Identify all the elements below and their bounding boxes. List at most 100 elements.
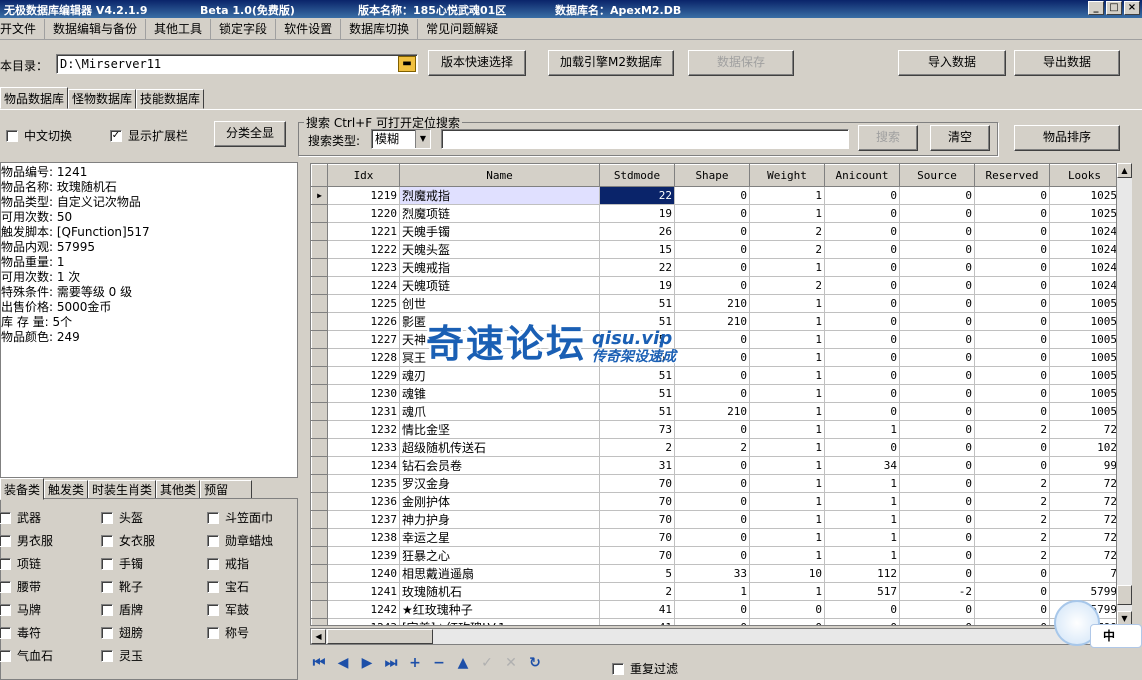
table-cell[interactable]: 33: [674, 564, 750, 583]
table-row[interactable]: 1225 创世 51 210 1 0 0 0 1005: [311, 294, 1120, 313]
row-indicator[interactable]: [311, 240, 328, 259]
table-cell[interactable]: 0: [674, 204, 750, 223]
table-cell[interactable]: 0: [974, 366, 1050, 385]
category-checkbox[interactable]: 气血石: [0, 647, 53, 664]
table-cell[interactable]: 2: [674, 438, 750, 457]
table-cell[interactable]: 70: [599, 474, 675, 493]
table-cell[interactable]: 1226: [327, 312, 400, 331]
table-cell[interactable]: 2: [599, 438, 675, 457]
row-indicator[interactable]: [311, 276, 328, 295]
table-cell[interactable]: 5799: [1049, 582, 1120, 601]
table-row[interactable]: ▶ 1219 烈魔戒指 22 0 1 0 0 0 1025: [311, 186, 1120, 205]
table-cell[interactable]: 1: [749, 474, 825, 493]
category-checkbox[interactable]: 毒符: [0, 624, 41, 641]
next-record-icon[interactable]: ▶: [358, 654, 376, 672]
table-cell[interactable]: 1024: [1049, 276, 1120, 295]
table-cell[interactable]: 0: [974, 564, 1050, 583]
checkbox-box[interactable]: [0, 626, 11, 639]
table-cell[interactable]: 1234: [327, 456, 400, 475]
table-cell[interactable]: 1: [824, 474, 900, 493]
tab-items-db[interactable]: 物品数据库: [0, 87, 69, 109]
menu-other-tools[interactable]: 其他工具: [146, 18, 212, 39]
category-checkbox[interactable]: 项链: [0, 555, 41, 572]
table-cell[interactable]: 1005: [1049, 312, 1120, 331]
checkbox-box[interactable]: [101, 603, 113, 616]
category-checkbox[interactable]: 灵玉: [101, 647, 143, 664]
table-cell[interactable]: 72: [1049, 474, 1120, 493]
menu-settings[interactable]: 软件设置: [276, 18, 342, 39]
chevron-down-icon[interactable]: ▼: [415, 130, 430, 148]
checkbox-box[interactable]: [612, 662, 624, 675]
table-cell[interactable]: 情比金坚: [399, 420, 600, 439]
checkbox-box[interactable]: [207, 534, 219, 547]
menu-open-file[interactable]: 开文件: [0, 18, 46, 39]
table-cell[interactable]: 0: [974, 456, 1050, 475]
table-row[interactable]: 1239 狂暴之心 70 0 1 1 0 2 72: [311, 546, 1120, 565]
table-cell[interactable]: 2: [749, 240, 825, 259]
table-row[interactable]: 1221 天魄手镯 26 0 2 0 0 0 1024: [311, 222, 1120, 241]
col-stdmode[interactable]: Stdmode: [599, 164, 675, 187]
last-record-icon[interactable]: ⏭: [382, 654, 400, 672]
table-cell[interactable]: 2: [599, 582, 675, 601]
table-cell[interactable]: 1: [749, 294, 825, 313]
table-cell[interactable]: 2: [749, 222, 825, 241]
table-cell[interactable]: 钻石会员卷: [399, 456, 600, 475]
maximize-button[interactable]: □: [1106, 1, 1122, 15]
chinese-switch-checkbox[interactable]: 中文切换: [6, 127, 72, 144]
row-indicator[interactable]: [311, 438, 328, 457]
table-cell[interactable]: [完美]★红玫瑰LV.1: [399, 618, 600, 625]
category-checkbox[interactable]: 武器: [0, 509, 41, 526]
row-indicator[interactable]: [311, 510, 328, 529]
table-cell[interactable]: 0: [899, 258, 975, 277]
table-cell[interactable]: 0: [899, 402, 975, 421]
checkbox-box[interactable]: [207, 580, 219, 593]
table-cell[interactable]: 22: [599, 186, 675, 205]
col-idx[interactable]: Idx: [327, 164, 400, 187]
row-indicator[interactable]: [311, 222, 328, 241]
table-cell[interactable]: 51: [599, 384, 675, 403]
refresh-icon[interactable]: ↻: [526, 654, 544, 672]
checkbox-box[interactable]: [101, 580, 113, 593]
table-cell[interactable]: 0: [974, 204, 1050, 223]
table-cell[interactable]: 0: [899, 222, 975, 241]
table-cell[interactable]: 1: [824, 420, 900, 439]
table-cell[interactable]: 1: [749, 204, 825, 223]
post-record-icon[interactable]: ✓: [478, 654, 496, 672]
row-indicator[interactable]: [311, 474, 328, 493]
table-cell[interactable]: 1: [824, 546, 900, 565]
table-cell[interactable]: 1: [674, 582, 750, 601]
table-cell[interactable]: 0: [824, 330, 900, 349]
table-cell[interactable]: 1005: [1049, 366, 1120, 385]
table-cell[interactable]: 70: [599, 510, 675, 529]
table-cell[interactable]: 26: [599, 222, 675, 241]
row-indicator[interactable]: [311, 348, 328, 367]
table-cell[interactable]: 0: [899, 240, 975, 259]
table-cell[interactable]: 1005: [1049, 384, 1120, 403]
prior-record-icon[interactable]: ◀: [334, 654, 352, 672]
table-cell[interactable]: 1232: [327, 420, 400, 439]
category-checkbox[interactable]: 手镯: [101, 555, 143, 572]
table-row[interactable]: 1222 天魄头盔 15 0 2 0 0 0 1024: [311, 240, 1120, 259]
table-cell[interactable]: 0: [974, 582, 1050, 601]
cancel-record-icon[interactable]: ✕: [502, 654, 520, 672]
table-cell[interactable]: 1005: [1049, 294, 1120, 313]
row-indicator[interactable]: [311, 258, 328, 277]
table-row[interactable]: 1240 相思戴逍遥扇 5 33 10 112 0 0 7: [311, 564, 1120, 583]
tab-reserved[interactable]: 预留: [200, 480, 253, 500]
table-cell[interactable]: 2: [974, 510, 1050, 529]
row-indicator[interactable]: [311, 204, 328, 223]
table-cell[interactable]: 0: [899, 564, 975, 583]
table-cell[interactable]: 1: [749, 348, 825, 367]
table-cell[interactable]: 0: [974, 330, 1050, 349]
table-cell[interactable]: 0: [974, 402, 1050, 421]
table-row[interactable]: 1233 超级随机传送石 2 2 1 0 0 0 102: [311, 438, 1120, 457]
horizontal-scrollbar[interactable]: ◀: [310, 628, 1132, 645]
row-indicator[interactable]: [311, 546, 328, 565]
table-cell[interactable]: 1220: [327, 204, 400, 223]
table-row[interactable]: 1237 神力护身 70 0 1 1 0 2 72: [311, 510, 1120, 529]
table-cell[interactable]: 1: [824, 528, 900, 547]
row-indicator[interactable]: [311, 600, 328, 619]
table-cell[interactable]: 210: [674, 312, 750, 331]
table-cell[interactable]: 1: [749, 330, 825, 349]
table-cell[interactable]: 0: [674, 186, 750, 205]
